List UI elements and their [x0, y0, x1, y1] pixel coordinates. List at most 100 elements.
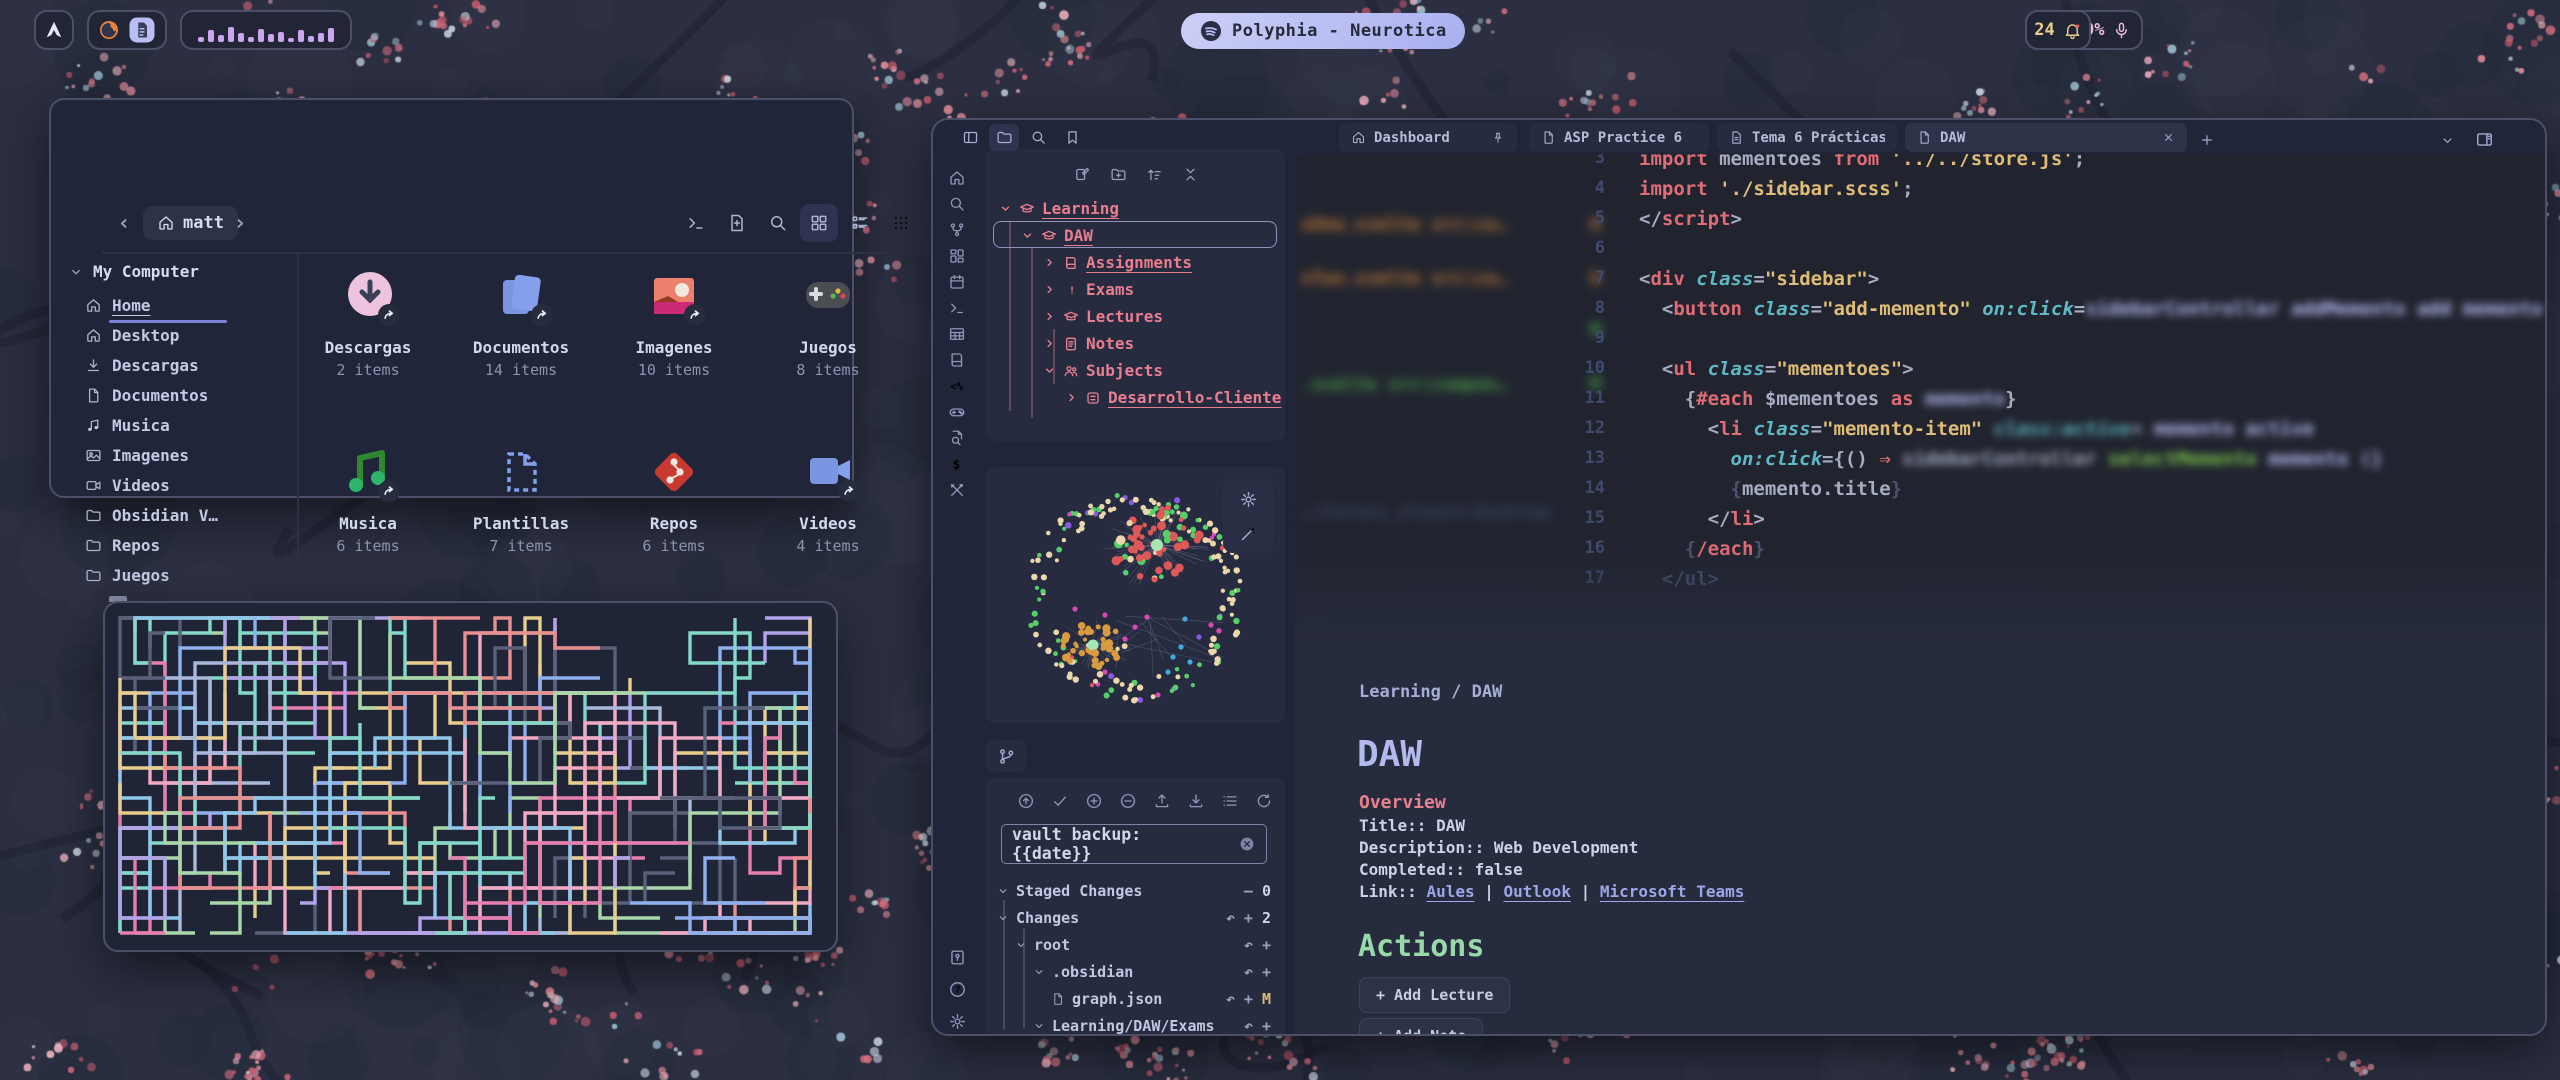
commit-icon[interactable] [1047, 788, 1073, 814]
bookmark-icon[interactable] [1057, 124, 1087, 151]
folder-descargas[interactable]: Descargas 2 items [293, 268, 443, 379]
panel-left-icon[interactable] [955, 124, 985, 151]
tab-asp-practice-6[interactable]: ASP Practice 6 [1529, 123, 1709, 152]
button--add-lecture[interactable]: + Add Lecture [1359, 977, 1510, 1013]
folder-juegos[interactable]: Juegos 8 items [753, 268, 903, 379]
sidebar-item-musica[interactable]: Musica [85, 416, 170, 435]
refresh-icon[interactable] [1251, 788, 1277, 814]
compact-view-icon[interactable] [882, 204, 920, 242]
launcher-button[interactable] [34, 10, 74, 50]
sidebar-item-repos[interactable]: Repos [85, 536, 160, 555]
folder-icon[interactable] [989, 124, 1019, 151]
tree-item-learning[interactable]: Learning [999, 199, 1119, 218]
button--add-note[interactable]: + Add Note [1359, 1018, 1483, 1036]
tab-tema-6-pr-cticas-[interactable]: Tema 6 Prácticas -… [1717, 123, 1897, 152]
ribbon-table-icon[interactable] [944, 322, 970, 346]
sidebar-item-juegos[interactable]: Juegos [85, 566, 170, 585]
folder-musica[interactable]: Musica 6 items [293, 444, 443, 555]
ribbon-dollar-icon[interactable]: $ [944, 452, 970, 476]
chevron-down-icon[interactable] [1021, 229, 1034, 242]
terminal-icon[interactable] [677, 204, 715, 242]
tab-dashboard[interactable]: Dashboard [1339, 123, 1517, 152]
tree-item-daw[interactable]: DAW [1021, 226, 1093, 245]
ribbon-gamepad-icon[interactable] [944, 400, 970, 424]
tree-item-exams[interactable]: ! Exams [1043, 280, 1134, 299]
push-icon[interactable] [1149, 788, 1175, 814]
chevron-icon[interactable] [997, 885, 1009, 897]
link-outlook[interactable]: Outlook [1504, 882, 1571, 901]
ribbon-tools-icon[interactable] [944, 478, 970, 502]
toggle-right-sidebar-button[interactable] [2471, 126, 2497, 152]
sidebar-item-home[interactable]: Home [85, 296, 151, 315]
stage-all-icon[interactable] [1081, 788, 1107, 814]
ribbon-terminal-icon[interactable] [944, 296, 970, 320]
unstage-all-icon[interactable] [1115, 788, 1141, 814]
git-row-actions[interactable]: ↶ + 2 [1226, 909, 1271, 927]
tab-list-button[interactable] [2435, 128, 2459, 152]
tree-item-desarrollo-cliente[interactable]: Desarrollo-Cliente [1065, 388, 1281, 407]
git-row-actions[interactable]: ↶ + [1244, 936, 1271, 954]
tree-item-notes[interactable]: Notes [1043, 334, 1134, 353]
pull-icon[interactable] [1183, 788, 1209, 814]
sidebar-item-documentos[interactable]: Documentos [85, 386, 208, 405]
sidebar-item-obsidianv[interactable]: Obsidian V… [85, 506, 218, 525]
sidebar-item-videos[interactable]: Videos [85, 476, 170, 495]
folder-repos[interactable]: Repos 6 items [599, 444, 749, 555]
search-icon[interactable] [759, 204, 797, 242]
tree-item-subjects[interactable]: Subjects [1043, 361, 1163, 380]
commit-message-input[interactable]: vault backup: {{date}} [1001, 824, 1267, 864]
folder-videos[interactable]: Videos 4 items [753, 444, 903, 555]
git-row-actions[interactable]: ↶ + [1244, 963, 1271, 981]
new-tab-button[interactable] [2195, 128, 2219, 152]
changes-list-icon[interactable] [1217, 788, 1243, 814]
chevron-right-icon[interactable] [1043, 283, 1056, 296]
link-aules[interactable]: Aules [1426, 882, 1474, 901]
nav-back-button[interactable]: ‹ [111, 208, 137, 238]
git-row-changes[interactable]: Changes [997, 909, 1079, 927]
ribbon-calendar-icon[interactable] [944, 270, 970, 294]
new-folder-icon[interactable] [1103, 161, 1133, 187]
ribbon-vault-icon[interactable] [944, 944, 970, 970]
sidebar-root[interactable]: My Computer [69, 262, 199, 281]
sort-icon[interactable] [1139, 161, 1169, 187]
new-note-icon[interactable] [1067, 161, 1097, 187]
folder-plantillas[interactable]: Plantillas 7 items [446, 444, 596, 555]
ribbon-help-icon[interactable]: ? [944, 976, 970, 1002]
grid-view-icon[interactable] [800, 204, 838, 242]
tree-item-lectures[interactable]: Lectures [1043, 307, 1163, 326]
chevron-icon[interactable] [1033, 966, 1045, 978]
breadcrumb[interactable]: matt [143, 206, 238, 240]
git-branch-button[interactable] [985, 740, 1027, 772]
chevron-right-icon[interactable] [1043, 310, 1056, 323]
ribbon-search-icon[interactable] [944, 192, 970, 216]
chevron-down-icon[interactable] [999, 202, 1012, 215]
folder-imagenes[interactable]: Imagenes 10 items [599, 268, 749, 379]
note-breadcrumb[interactable]: Learning / DAW [1359, 682, 1502, 702]
sidebar-item-desktop[interactable]: Desktop [85, 326, 179, 345]
nav-forward-button[interactable]: › [227, 208, 253, 238]
firefox-icon[interactable] [97, 18, 121, 42]
now-playing[interactable]: Polyphia - Neurotica [1181, 13, 1465, 49]
chevron-icon[interactable] [1033, 1020, 1045, 1032]
ribbon-code-icon[interactable]: <% [944, 374, 970, 398]
collapse-icon[interactable] [1175, 161, 1205, 187]
close-icon[interactable] [2162, 131, 2175, 144]
chevron-right-icon[interactable] [1043, 256, 1056, 269]
clear-icon[interactable] [1238, 835, 1256, 853]
ribbon-home-icon[interactable] [944, 166, 970, 190]
link-microsoft-teams[interactable]: Microsoft Teams [1600, 882, 1745, 901]
new-file-icon[interactable] [718, 204, 756, 242]
sidebar-item-descargas[interactable]: Descargas [85, 356, 199, 375]
search-icon[interactable] [1023, 124, 1053, 151]
backup-icon[interactable] [1013, 788, 1039, 814]
git-row--obsidian[interactable]: .obsidian [1033, 963, 1133, 981]
folder-documentos[interactable]: Documentos 14 items [446, 268, 596, 379]
ribbon-gear-icon[interactable] [944, 1008, 970, 1034]
ribbon-dashboard-icon[interactable] [944, 244, 970, 268]
editor-pane[interactable]: xOne.svelte src\co…UxTwo.svelte src\co…U… [1295, 154, 2547, 1036]
gear-icon[interactable] [1236, 487, 1260, 511]
sidebar-item-imagenes[interactable]: Imagenes [85, 446, 189, 465]
git-row-actions[interactable]: ↶ + M [1226, 990, 1271, 1008]
ribbon-book-icon[interactable] [944, 348, 970, 372]
ribbon-file-search-icon[interactable] [944, 426, 970, 450]
